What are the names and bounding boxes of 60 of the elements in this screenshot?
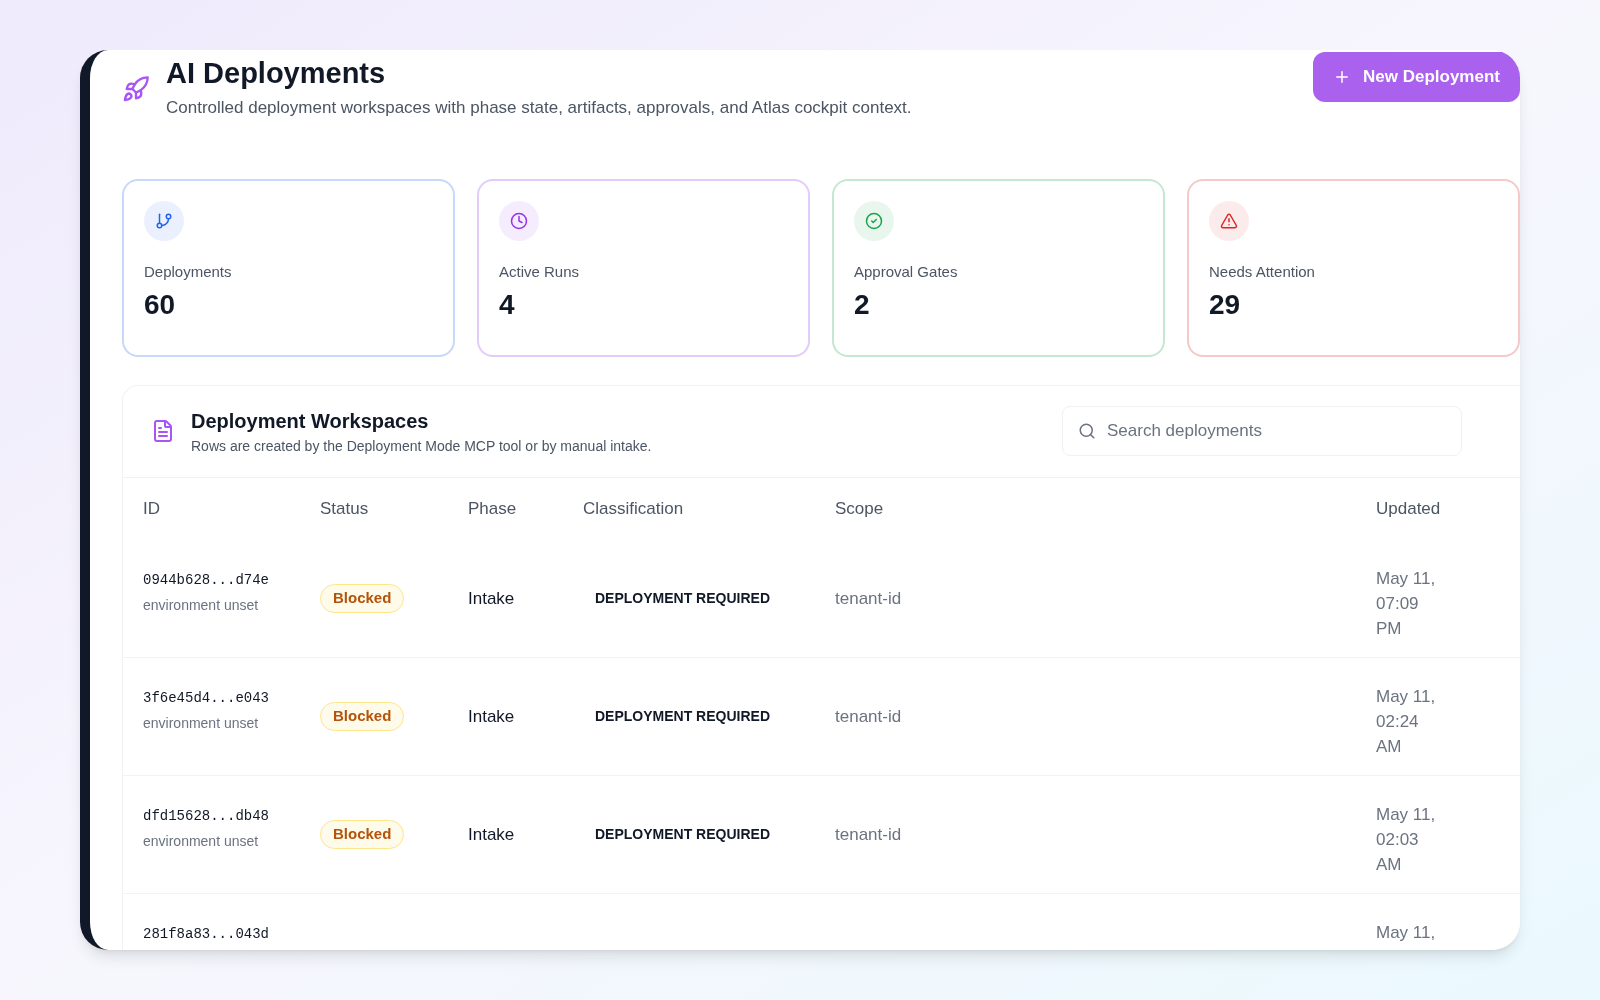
environment-label: environment unset xyxy=(143,713,260,733)
stat-value: 2 xyxy=(854,288,871,323)
plus-icon xyxy=(1333,68,1351,86)
phase-text: Intake xyxy=(468,706,515,726)
deployment-id: 0944b628...d74e xyxy=(143,570,271,590)
scope-text: tenant-id xyxy=(835,824,902,844)
status-badge: Blocked xyxy=(320,584,405,613)
stat-value: 4 xyxy=(499,288,516,323)
stat-label: Needs Attention xyxy=(1209,261,1316,282)
stat-label: Approval Gates xyxy=(854,261,959,282)
classification-text: DEPLOYMENT REQUIRED xyxy=(595,590,770,607)
phase-text: Intake xyxy=(468,588,515,608)
search-field[interactable]: Search deployments xyxy=(1062,406,1462,457)
phase-text: Intake xyxy=(468,824,515,844)
status-badge: Blocked xyxy=(320,820,405,849)
scope-text: tenant-id xyxy=(835,706,902,726)
deployment-id: dfd15628...db48 xyxy=(143,806,271,826)
new-deployment-button[interactable]: New Deployment xyxy=(1313,52,1520,102)
table-row[interactable]: 3f6e45d4...e043 environment unset Blocked Intake DEPLOYMENT REQUIRED tenant-id May 11, 02:24 AM xyxy=(123,657,1520,776)
updated-time: 02:24 xyxy=(1376,710,1420,733)
column-header: Phase xyxy=(468,498,517,520)
classification-text: DEPLOYMENT REQUIRED xyxy=(595,708,770,725)
table-row[interactable]: dfd15628...db48 environment unset Blocked Intake DEPLOYMENT REQUIRED tenant-id May 11, 02:03 AM xyxy=(123,775,1520,894)
updated-time: May 11, xyxy=(1376,921,1437,944)
deployment-id: 3f6e45d4...e043 xyxy=(143,688,271,708)
section-subtitle: Rows are created by the Deployment Mode MCP tool or by manual intake. xyxy=(191,436,652,456)
updated-time: 02:03 xyxy=(1376,828,1420,851)
updated-time: May 11, xyxy=(1376,803,1437,826)
column-header: Scope xyxy=(835,498,884,520)
updated-time: AM xyxy=(1376,735,1403,758)
column-header: ID xyxy=(143,498,160,520)
stat-value: 29 xyxy=(1209,288,1242,323)
updated-time: May 11, xyxy=(1376,685,1437,708)
table-row[interactable]: 281f8a83...043d May 11, xyxy=(123,893,1520,950)
column-header: Classification xyxy=(583,498,684,520)
environment-label: environment unset xyxy=(143,831,260,851)
column-header: Status xyxy=(320,498,369,520)
deployment-id: 281f8a83...043d xyxy=(143,924,271,944)
warning-icon xyxy=(1209,200,1249,241)
stat-value: 60 xyxy=(144,288,177,323)
classification-text: DEPLOYMENT REQUIRED xyxy=(595,826,770,843)
document-icon xyxy=(151,419,175,444)
scope-text: tenant-id xyxy=(835,588,902,608)
updated-time: May 11, xyxy=(1376,567,1437,590)
search-icon xyxy=(1078,422,1096,441)
page-subtitle: Controlled deployment workspaces with phase state, artifacts, approvals, and Atlas cockpit context. xyxy=(166,97,912,120)
stat-label: Active Runs xyxy=(499,261,581,282)
stat-label: Deployments xyxy=(144,261,233,282)
table-row[interactable]: 0944b628...d74e environment unset Blocked Intake DEPLOYMENT REQUIRED tenant-id May 11, 07:09 PM xyxy=(123,539,1520,658)
section-title: Deployment Workspaces xyxy=(191,408,430,434)
environment-label: environment unset xyxy=(143,595,260,615)
column-header: Updated xyxy=(1376,498,1441,520)
page-title: AI Deployments xyxy=(166,56,387,91)
clock-icon xyxy=(499,200,539,241)
rocket-icon xyxy=(122,75,150,103)
branch-icon xyxy=(144,200,184,241)
updated-time: PM xyxy=(1376,617,1403,640)
status-badge: Blocked xyxy=(320,702,405,731)
updated-time: 07:09 xyxy=(1376,592,1420,615)
updated-time: AM xyxy=(1376,853,1403,876)
